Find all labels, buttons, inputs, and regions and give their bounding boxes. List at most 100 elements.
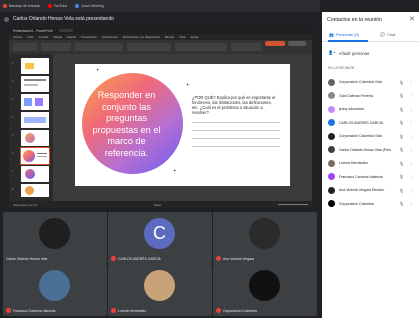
slide-bullet-text: ¿POR QUÉ? Explica por qué es importante … <box>192 95 276 115</box>
participant-tile[interactable]: Francisco Cardona Valencia <box>3 264 107 316</box>
slide-thumbnail[interactable] <box>21 184 49 197</box>
tile-name-label: Francisco Cardona Valencia <box>13 308 56 313</box>
participant-tile[interactable]: Carlos Orlando Henao Vela <box>3 212 107 264</box>
participant-tile[interactable]: Lorena Hernández <box>108 264 212 316</box>
ribbon-font-group[interactable] <box>75 43 123 51</box>
tile-name: Francisco Cardona Valencia <box>6 308 55 313</box>
avatar <box>249 270 280 301</box>
slide-thumbnail[interactable] <box>21 112 49 128</box>
slide-rule <box>192 130 280 131</box>
mic-icon[interactable]: 🎙 <box>399 107 404 112</box>
ppt-menu-item[interactable]: Diseño <box>67 35 76 39</box>
participant-row[interactable]: Lorena Hernández 🎙 ⋮ <box>328 157 416 169</box>
ppt-menu-item[interactable]: Transiciones <box>81 35 97 39</box>
ppt-menu-item[interactable]: Inicio <box>27 35 34 39</box>
mic-icon[interactable]: 🎙 <box>399 174 404 179</box>
mic-icon[interactable]: 🎙 <box>399 188 404 193</box>
ppt-menu-item[interactable]: Ayuda <box>190 35 198 39</box>
more-options-icon[interactable]: ⋮ <box>409 161 413 166</box>
avatar <box>249 218 280 249</box>
add-people-label: Añadir personas <box>338 50 370 56</box>
ribbon-clipboard-group[interactable] <box>13 43 37 51</box>
close-icon[interactable]: ✕ <box>409 15 415 23</box>
participant-row[interactable]: Corporación Colombia Vida 🎙 ⋮ <box>328 130 416 142</box>
more-options-icon[interactable]: ⋮ <box>409 188 413 193</box>
more-options-icon[interactable]: ⋮ <box>409 93 413 98</box>
ppt-share-button[interactable] <box>265 41 285 46</box>
participant-row[interactable]: Corporación Colombia Vida 🎙 ⋮ <box>328 76 416 88</box>
avatar <box>144 270 175 301</box>
thumb-number: 8 <box>12 188 14 191</box>
ppt-menu-item[interactable]: Animaciones <box>102 35 118 39</box>
ppt-menu-item[interactable]: Revisar <box>165 35 174 39</box>
slide-thumbnail[interactable] <box>21 166 49 182</box>
ppt-menu-item[interactable]: Presentación con diapositivas <box>123 35 160 39</box>
thumb-number: 5 <box>12 134 14 137</box>
more-options-icon[interactable]: ⋮ <box>409 80 413 85</box>
ribbon-drawing-group[interactable] <box>175 43 227 51</box>
gmail-icon <box>3 4 7 8</box>
participant-row[interactable]: Carlos Orlando Henao Vela (Presentando) 🎙… <box>328 144 416 156</box>
ppt-menu-item[interactable]: Vista <box>179 35 185 39</box>
ppt-comments-button[interactable] <box>288 41 306 46</box>
mic-icon[interactable]: 🎙 <box>399 93 404 98</box>
more-options-icon[interactable]: ⋮ <box>409 134 413 139</box>
ribbon-editing-group[interactable] <box>231 43 261 51</box>
mic-icon[interactable]: 🎙 <box>399 120 404 125</box>
zoom-slider[interactable] <box>277 204 308 205</box>
participant-tile[interactable]: Ana Victoria Vergara <box>213 212 317 264</box>
more-options-icon[interactable]: ⋮ <box>409 201 413 206</box>
participant-row[interactable]: Francisco Cardona Valencia 🎙 ⋮ <box>328 171 416 183</box>
ppt-menu-item[interactable]: Archivo <box>13 35 22 39</box>
browser-tab[interactable]: YouTube <box>47 4 67 8</box>
slide-thumbnail[interactable] <box>21 94 49 110</box>
tab-chat[interactable]: 💬 Chat <box>380 32 395 37</box>
participant-tile[interactable]: Corporación Colombia <box>213 264 317 316</box>
participant-row[interactable]: Gold Cafeína Ferreira 🎙 ⋮ <box>328 90 416 102</box>
shared-screen: Presentación1 - PowerPoint Archivo Inicio… <box>9 27 312 208</box>
more-options-icon[interactable]: ⋮ <box>409 107 413 112</box>
participant-name: Gold Cafeína Ferreira <box>339 93 373 98</box>
participant-row[interactable]: Ana Victoria Vergara Rendón 🎙 ⋮ <box>328 184 416 196</box>
mic-icon[interactable]: 🎙 <box>399 147 404 152</box>
tab-chat-label: Chat <box>386 32 396 37</box>
people-icon: 👥 <box>329 32 334 37</box>
tile-name-label: Lorena Hernández <box>118 308 147 313</box>
presenter-title: Carlos Orlando Henao Vela está presentan… <box>13 16 114 22</box>
tab-people[interactable]: 👥 Personas (9) <box>329 32 359 37</box>
ppt-search-box[interactable] <box>58 29 73 32</box>
chat-icon: 💬 <box>380 32 385 37</box>
current-slide[interactable]: Responder en conjunto las preguntas prop… <box>75 64 290 186</box>
mic-icon[interactable]: 🎙 <box>399 201 404 206</box>
participant-row[interactable]: CARLOS ANDRÉS GARCÍA 🎙 ⋮ <box>328 117 416 129</box>
ppt-menu-item[interactable]: Insertar <box>39 35 48 39</box>
browser-tab[interactable]: Zoom Meeting <box>75 4 104 8</box>
slide-thumbnail[interactable] <box>21 58 49 74</box>
ribbon-slides-group[interactable] <box>41 43 71 51</box>
ppt-menu-item[interactable]: Dibujar <box>53 35 62 39</box>
tile-name: Corporación Colombia <box>216 308 257 313</box>
slide-thumbnail[interactable] <box>21 130 49 146</box>
slide-canvas: Responder en conjunto las preguntas prop… <box>53 54 312 201</box>
more-options-icon[interactable]: ⋮ <box>409 174 413 179</box>
thumb-number: 2 <box>12 80 14 83</box>
mic-icon[interactable]: 🎙 <box>399 134 404 139</box>
participant-name: CARLOS ANDRÉS GARCÍA <box>339 120 384 125</box>
slide-counter: Diapositiva 6 de 14 <box>13 202 37 207</box>
participant-tile[interactable]: C CARLOS ANDRÉS GARCÍA <box>108 212 212 264</box>
slide-thumbnail[interactable] <box>21 76 49 92</box>
participant-row[interactable]: jenny educación 🎙 ⋮ <box>328 103 416 115</box>
mic-icon[interactable]: 🎙 <box>399 80 404 85</box>
ribbon-paragraph-group[interactable] <box>127 43 171 51</box>
participant-row[interactable]: Corporación Colombia 🎙 ⋮ <box>328 198 416 210</box>
slide-thumbnail-selected[interactable] <box>20 147 50 165</box>
more-options-icon[interactable]: ⋮ <box>409 120 413 125</box>
more-options-icon[interactable]: ⋮ <box>409 147 413 152</box>
thumb-number: 4 <box>12 116 14 119</box>
mic-icon[interactable]: 🎙 <box>399 161 404 166</box>
add-people-button[interactable]: 👤+ Añadir personas <box>328 50 369 56</box>
avatar <box>328 146 335 153</box>
mic-off-icon <box>111 308 116 313</box>
browser-tab[interactable]: Bandeja de entrada <box>3 4 40 8</box>
notes-button[interactable]: Notas <box>154 203 161 207</box>
